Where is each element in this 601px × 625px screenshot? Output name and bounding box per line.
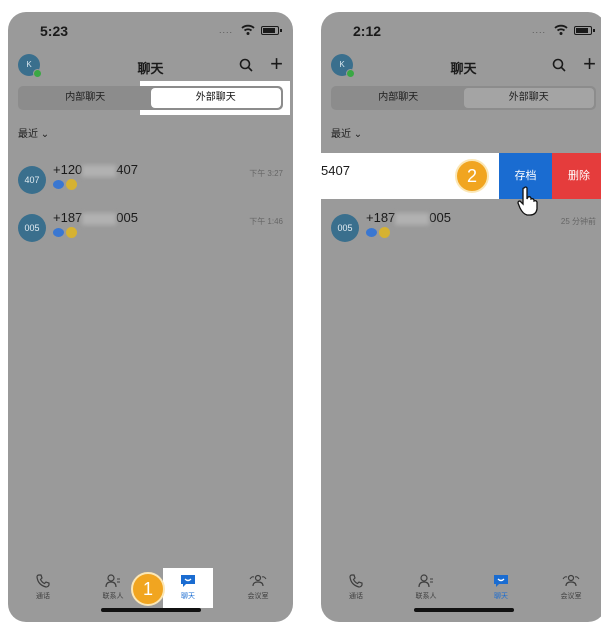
redacted-number <box>82 164 117 177</box>
phone-screen-step1: 5:23 .... K 聊天 + 内部聊天 外部聊天 最近 ⌄ 407 +120… <box>8 12 293 622</box>
meeting-icon <box>249 574 267 587</box>
chat-avatar: 005 <box>331 214 359 242</box>
step-badge: 2 <box>455 159 489 193</box>
recent-filter[interactable]: 最近 ⌄ <box>331 125 362 140</box>
wifi-icon <box>241 24 255 35</box>
tab-label: 聊天 <box>181 593 195 600</box>
chat-time: 25 分钟前 <box>560 217 596 226</box>
search-icon[interactable] <box>239 58 253 72</box>
tab-calls[interactable]: 通话 <box>331 568 381 608</box>
chat-avatar: 005 <box>18 214 46 242</box>
chat-preview <box>366 227 390 239</box>
chat-name-suffix: 5407 <box>321 163 350 178</box>
redacted-number <box>82 212 117 225</box>
tab-internal-chat[interactable]: 内部聊天 <box>333 88 464 108</box>
chat-preview <box>53 227 77 239</box>
status-bar: 5:23 .... <box>8 12 293 50</box>
chat-row[interactable]: 407 +120 407 下午 3:27 <box>8 160 293 206</box>
signal-dots: .... <box>218 25 233 35</box>
home-indicator <box>100 608 201 612</box>
chat-name-suffix: 407 <box>116 162 138 177</box>
message-icon <box>53 228 64 238</box>
chat-name: +120 407 <box>53 162 138 177</box>
bottom-tab-bar: 通话 联系人 聊天 会议室 <box>321 568 601 614</box>
tab-external-chat[interactable]: 外部聊天 <box>150 88 281 108</box>
nav-bar: K 聊天 + <box>321 50 601 84</box>
chat-icon <box>494 575 508 587</box>
tab-internal-chat[interactable]: 内部聊天 <box>20 88 151 108</box>
chat-name-suffix: 005 <box>429 210 451 225</box>
chat-icon <box>181 575 195 587</box>
emoji-icon <box>66 227 77 239</box>
tab-label: 会议室 <box>247 593 269 600</box>
phone-screen-step2: 2:12 .... K 聊天 + 内部聊天 外部聊天 最近 ⌄ 5407 存档 … <box>321 12 601 622</box>
nav-bar: K 聊天 + <box>8 50 293 84</box>
delete-button[interactable]: 删除 <box>552 153 601 199</box>
chat-avatar: 407 <box>18 166 46 194</box>
plus-icon[interactable]: + <box>583 53 596 75</box>
tab-calls[interactable]: 通话 <box>18 568 68 608</box>
chat-time: 下午 1:46 <box>249 217 283 226</box>
chat-time: 下午 3:27 <box>249 169 283 178</box>
emoji-icon <box>66 179 77 191</box>
chat-row[interactable]: 005 +187 005 下午 1:46 <box>8 208 293 254</box>
meeting-icon <box>562 574 580 587</box>
battery-icon <box>574 26 595 35</box>
phone-icon <box>36 574 50 588</box>
tab-label: 通话 <box>349 593 363 600</box>
tab-label: 会议室 <box>560 593 582 600</box>
chat-name-prefix: +120 <box>53 162 83 177</box>
phone-icon <box>349 574 363 588</box>
search-icon[interactable] <box>552 58 566 72</box>
chat-row[interactable]: 005 +187 005 25 分钟前 <box>321 208 601 254</box>
redacted-number <box>395 212 430 225</box>
status-time: 2:12 <box>353 23 382 39</box>
tab-label: 联系人 <box>415 593 437 600</box>
chat-name: +187 005 <box>366 210 451 225</box>
chat-name-prefix: +187 <box>53 210 83 225</box>
battery-icon <box>261 26 282 35</box>
tab-label: 聊天 <box>494 593 508 600</box>
message-icon <box>53 180 64 190</box>
tab-meeting[interactable]: 会议室 <box>233 568 283 608</box>
chat-type-tabs: 内部聊天 外部聊天 <box>331 86 596 110</box>
chat-name: +187 005 <box>53 210 138 225</box>
emoji-icon <box>379 227 390 239</box>
contacts-icon <box>105 574 120 588</box>
contacts-icon <box>418 574 433 588</box>
step-badge: 1 <box>131 572 165 606</box>
tab-label: 通话 <box>36 593 50 600</box>
message-icon <box>366 228 377 238</box>
home-indicator <box>413 608 514 612</box>
tab-contacts[interactable]: 联系人 <box>401 568 451 608</box>
tab-chat[interactable]: 聊天 <box>163 568 213 608</box>
chat-name-suffix: 005 <box>116 210 138 225</box>
status-time: 5:23 <box>40 23 69 39</box>
tab-meeting[interactable]: 会议室 <box>546 568 596 608</box>
plus-icon[interactable]: + <box>270 53 283 75</box>
wifi-icon <box>554 24 568 35</box>
chat-type-tabs: 内部聊天 外部聊天 <box>18 86 283 110</box>
tab-external-chat[interactable]: 外部聊天 <box>463 88 594 108</box>
chat-preview <box>53 179 77 191</box>
signal-dots: .... <box>531 25 546 35</box>
status-bar: 2:12 .... <box>321 12 601 50</box>
recent-filter[interactable]: 最近 ⌄ <box>18 125 49 140</box>
tab-chat[interactable]: 聊天 <box>476 568 526 608</box>
chat-name-prefix: +187 <box>366 210 396 225</box>
